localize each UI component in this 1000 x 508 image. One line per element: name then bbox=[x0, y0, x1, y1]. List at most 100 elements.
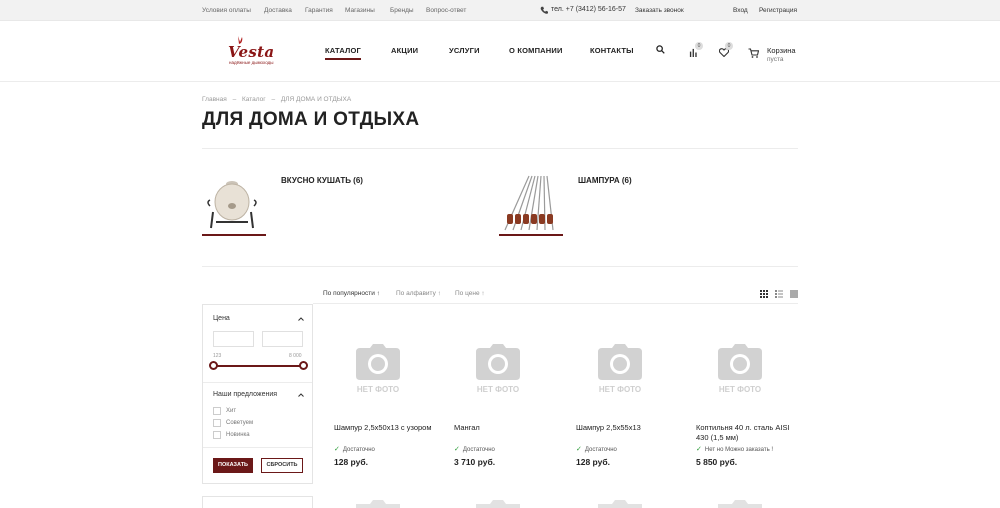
product-card[interactable]: НЕТ ФОТО Мангал ✓ Достаточно 3 710 руб. bbox=[454, 304, 575, 484]
chevron-up-icon[interactable] bbox=[298, 316, 304, 322]
price-max-input[interactable] bbox=[262, 331, 303, 347]
list-view-icon[interactable] bbox=[775, 290, 783, 298]
callback-link[interactable]: Заказать звонок bbox=[635, 7, 684, 14]
divider bbox=[202, 148, 798, 149]
cart-status: пуста bbox=[767, 56, 784, 63]
stock-status: ✓ Достаточно bbox=[334, 445, 375, 453]
tandoor-image bbox=[207, 181, 257, 229]
product-card[interactable]: НЕТ ФОТО Шампур 2,5х55х13 ✓ Достаточно 12… bbox=[576, 304, 697, 484]
nav-promotions[interactable]: АКЦИИ bbox=[391, 46, 418, 55]
stock-status: ✓ Достаточно bbox=[576, 445, 617, 453]
topbar-link-stores[interactable]: Магазины bbox=[345, 7, 375, 14]
topbar-link-brands[interactable]: Бренды bbox=[390, 7, 414, 14]
product-name[interactable]: Мангал bbox=[454, 423, 554, 433]
table-view-icon[interactable] bbox=[790, 290, 798, 298]
no-photo-label: НЕТ ФОТО bbox=[476, 385, 520, 394]
site-logo[interactable]: Vesta надёжные дымоходы bbox=[226, 34, 276, 68]
price-min-input[interactable] bbox=[213, 331, 254, 347]
checkbox-recommended[interactable] bbox=[213, 419, 221, 427]
stock-text: Достаточно bbox=[584, 447, 617, 453]
stock-text: Достаточно bbox=[462, 447, 495, 453]
checkbox-recommended-label: Советуем bbox=[226, 420, 254, 426]
product-price: 128 руб. bbox=[334, 457, 368, 467]
range-min-label: 123 bbox=[213, 353, 222, 359]
camera-icon bbox=[598, 344, 642, 380]
sort-by-popularity[interactable]: По популярности ↑ bbox=[323, 290, 380, 297]
stock-text: Нет но Можно заказать ! bbox=[704, 447, 774, 453]
checkbox-hit-label: Хит bbox=[226, 408, 237, 414]
category-link-tasty-food[interactable]: ВКУСНО КУШАТЬ (6) bbox=[281, 176, 363, 185]
camera-icon bbox=[718, 344, 762, 380]
filter-divider bbox=[203, 447, 312, 448]
category-image-tandoor[interactable] bbox=[202, 172, 266, 236]
price-range-track[interactable] bbox=[213, 365, 304, 367]
nav-services[interactable]: УСЛУГИ bbox=[449, 46, 480, 55]
sort-by-alphabet[interactable]: По алфавиту ↑ bbox=[396, 290, 441, 297]
stock-status: ✓ Нет но Можно заказать ! bbox=[696, 445, 773, 453]
logo-text: Vesta bbox=[228, 43, 275, 61]
show-button[interactable]: ПОКАЗАТЬ bbox=[213, 458, 253, 473]
no-photo-label: НЕТ ФОТО bbox=[356, 385, 400, 394]
product-card[interactable]: НЕТ ФОТО Шампур 2,5х50х13 с узором ✓ Дост… bbox=[334, 304, 455, 484]
favorites-count-badge: 0 bbox=[725, 42, 733, 50]
product-name[interactable]: Шампур 2,5х50х13 с узором bbox=[334, 423, 434, 433]
breadcrumb-separator: – bbox=[271, 96, 276, 103]
grid-view-icon[interactable] bbox=[760, 290, 768, 298]
product-name[interactable]: Коптильня 40 л. сталь AISI 430 (1,5 мм) bbox=[696, 423, 796, 443]
range-max-label: 8 000 bbox=[289, 353, 302, 359]
price-range-max-handle[interactable] bbox=[299, 361, 308, 370]
login-link[interactable]: Вход bbox=[733, 7, 748, 14]
topbar-link-faq[interactable]: Вопрос-ответ bbox=[426, 7, 466, 14]
secondary-panel bbox=[202, 496, 313, 508]
breadcrumb-catalog[interactable]: Каталог bbox=[242, 96, 266, 103]
camera-icon bbox=[598, 500, 642, 508]
nav-about[interactable]: О КОМПАНИИ bbox=[509, 46, 563, 55]
camera-icon bbox=[718, 500, 762, 508]
product-card[interactable]: НЕТ ФОТО Коптильня 40 л. сталь AISI 430 … bbox=[696, 304, 817, 484]
topbar-link-warranty[interactable]: Гарантия bbox=[305, 7, 333, 14]
checkbox-new[interactable] bbox=[213, 431, 221, 439]
filter-price-title[interactable]: Цена bbox=[213, 315, 230, 322]
product-price: 128 руб. bbox=[576, 457, 610, 467]
breadcrumb: Главная – Каталог – ДЛЯ ДОМА И ОТДЫХА bbox=[202, 96, 355, 103]
camera-icon bbox=[356, 500, 400, 508]
checkbox-hit[interactable] bbox=[213, 407, 221, 415]
stock-status: ✓ Достаточно bbox=[454, 445, 495, 453]
cart-icon[interactable] bbox=[748, 48, 759, 58]
nav-catalog[interactable]: КАТАЛОГ bbox=[325, 46, 361, 60]
register-link[interactable]: Регистрация bbox=[759, 7, 797, 14]
topbar-phone[interactable]: тел. +7 (3412) 56-16-57 bbox=[551, 6, 626, 13]
product-price: 3 710 руб. bbox=[454, 457, 496, 467]
filter-offers-title[interactable]: Наши предложения bbox=[213, 391, 277, 398]
cart-label[interactable]: Корзина bbox=[767, 46, 796, 55]
stock-text: Достаточно bbox=[342, 447, 375, 453]
product-name[interactable]: Шампур 2,5х55х13 bbox=[576, 423, 676, 433]
divider bbox=[202, 266, 798, 267]
sort-by-price[interactable]: По цене ↑ bbox=[455, 290, 485, 297]
check-icon: ✓ bbox=[576, 446, 582, 453]
nav-contacts[interactable]: КОНТАКТЫ bbox=[590, 46, 634, 55]
topbar-link-payment[interactable]: Условия оплаты bbox=[202, 7, 251, 14]
check-icon: ✓ bbox=[696, 446, 702, 453]
breadcrumb-separator: – bbox=[232, 96, 237, 103]
page-title: ДЛЯ ДОМА И ОТДЫХА bbox=[202, 109, 420, 130]
topbar-link-delivery[interactable]: Доставка bbox=[264, 7, 292, 14]
checkbox-new-label: Новинка bbox=[226, 432, 250, 438]
breadcrumb-home[interactable]: Главная bbox=[202, 96, 227, 103]
chevron-up-icon[interactable] bbox=[298, 392, 304, 398]
check-icon: ✓ bbox=[454, 446, 460, 453]
price-range-min-handle[interactable] bbox=[209, 361, 218, 370]
breadcrumb-current: ДЛЯ ДОМА И ОТДЫХА bbox=[280, 96, 352, 103]
phone-icon bbox=[540, 6, 548, 14]
camera-icon bbox=[476, 500, 520, 508]
product-price: 5 850 руб. bbox=[696, 457, 738, 467]
category-link-skewers[interactable]: ШАМПУРА (6) bbox=[578, 176, 632, 185]
compare-count-badge: 0 bbox=[695, 42, 703, 50]
category-image-skewers[interactable] bbox=[499, 172, 563, 236]
reset-button[interactable]: СБРОСИТЬ bbox=[261, 458, 303, 473]
main-header: Vesta надёжные дымоходы КАТАЛОГ АКЦИИ УС… bbox=[0, 21, 1000, 82]
check-icon: ✓ bbox=[334, 446, 340, 453]
skewers-image bbox=[504, 175, 554, 231]
search-icon[interactable] bbox=[656, 45, 665, 54]
camera-icon bbox=[356, 344, 400, 380]
